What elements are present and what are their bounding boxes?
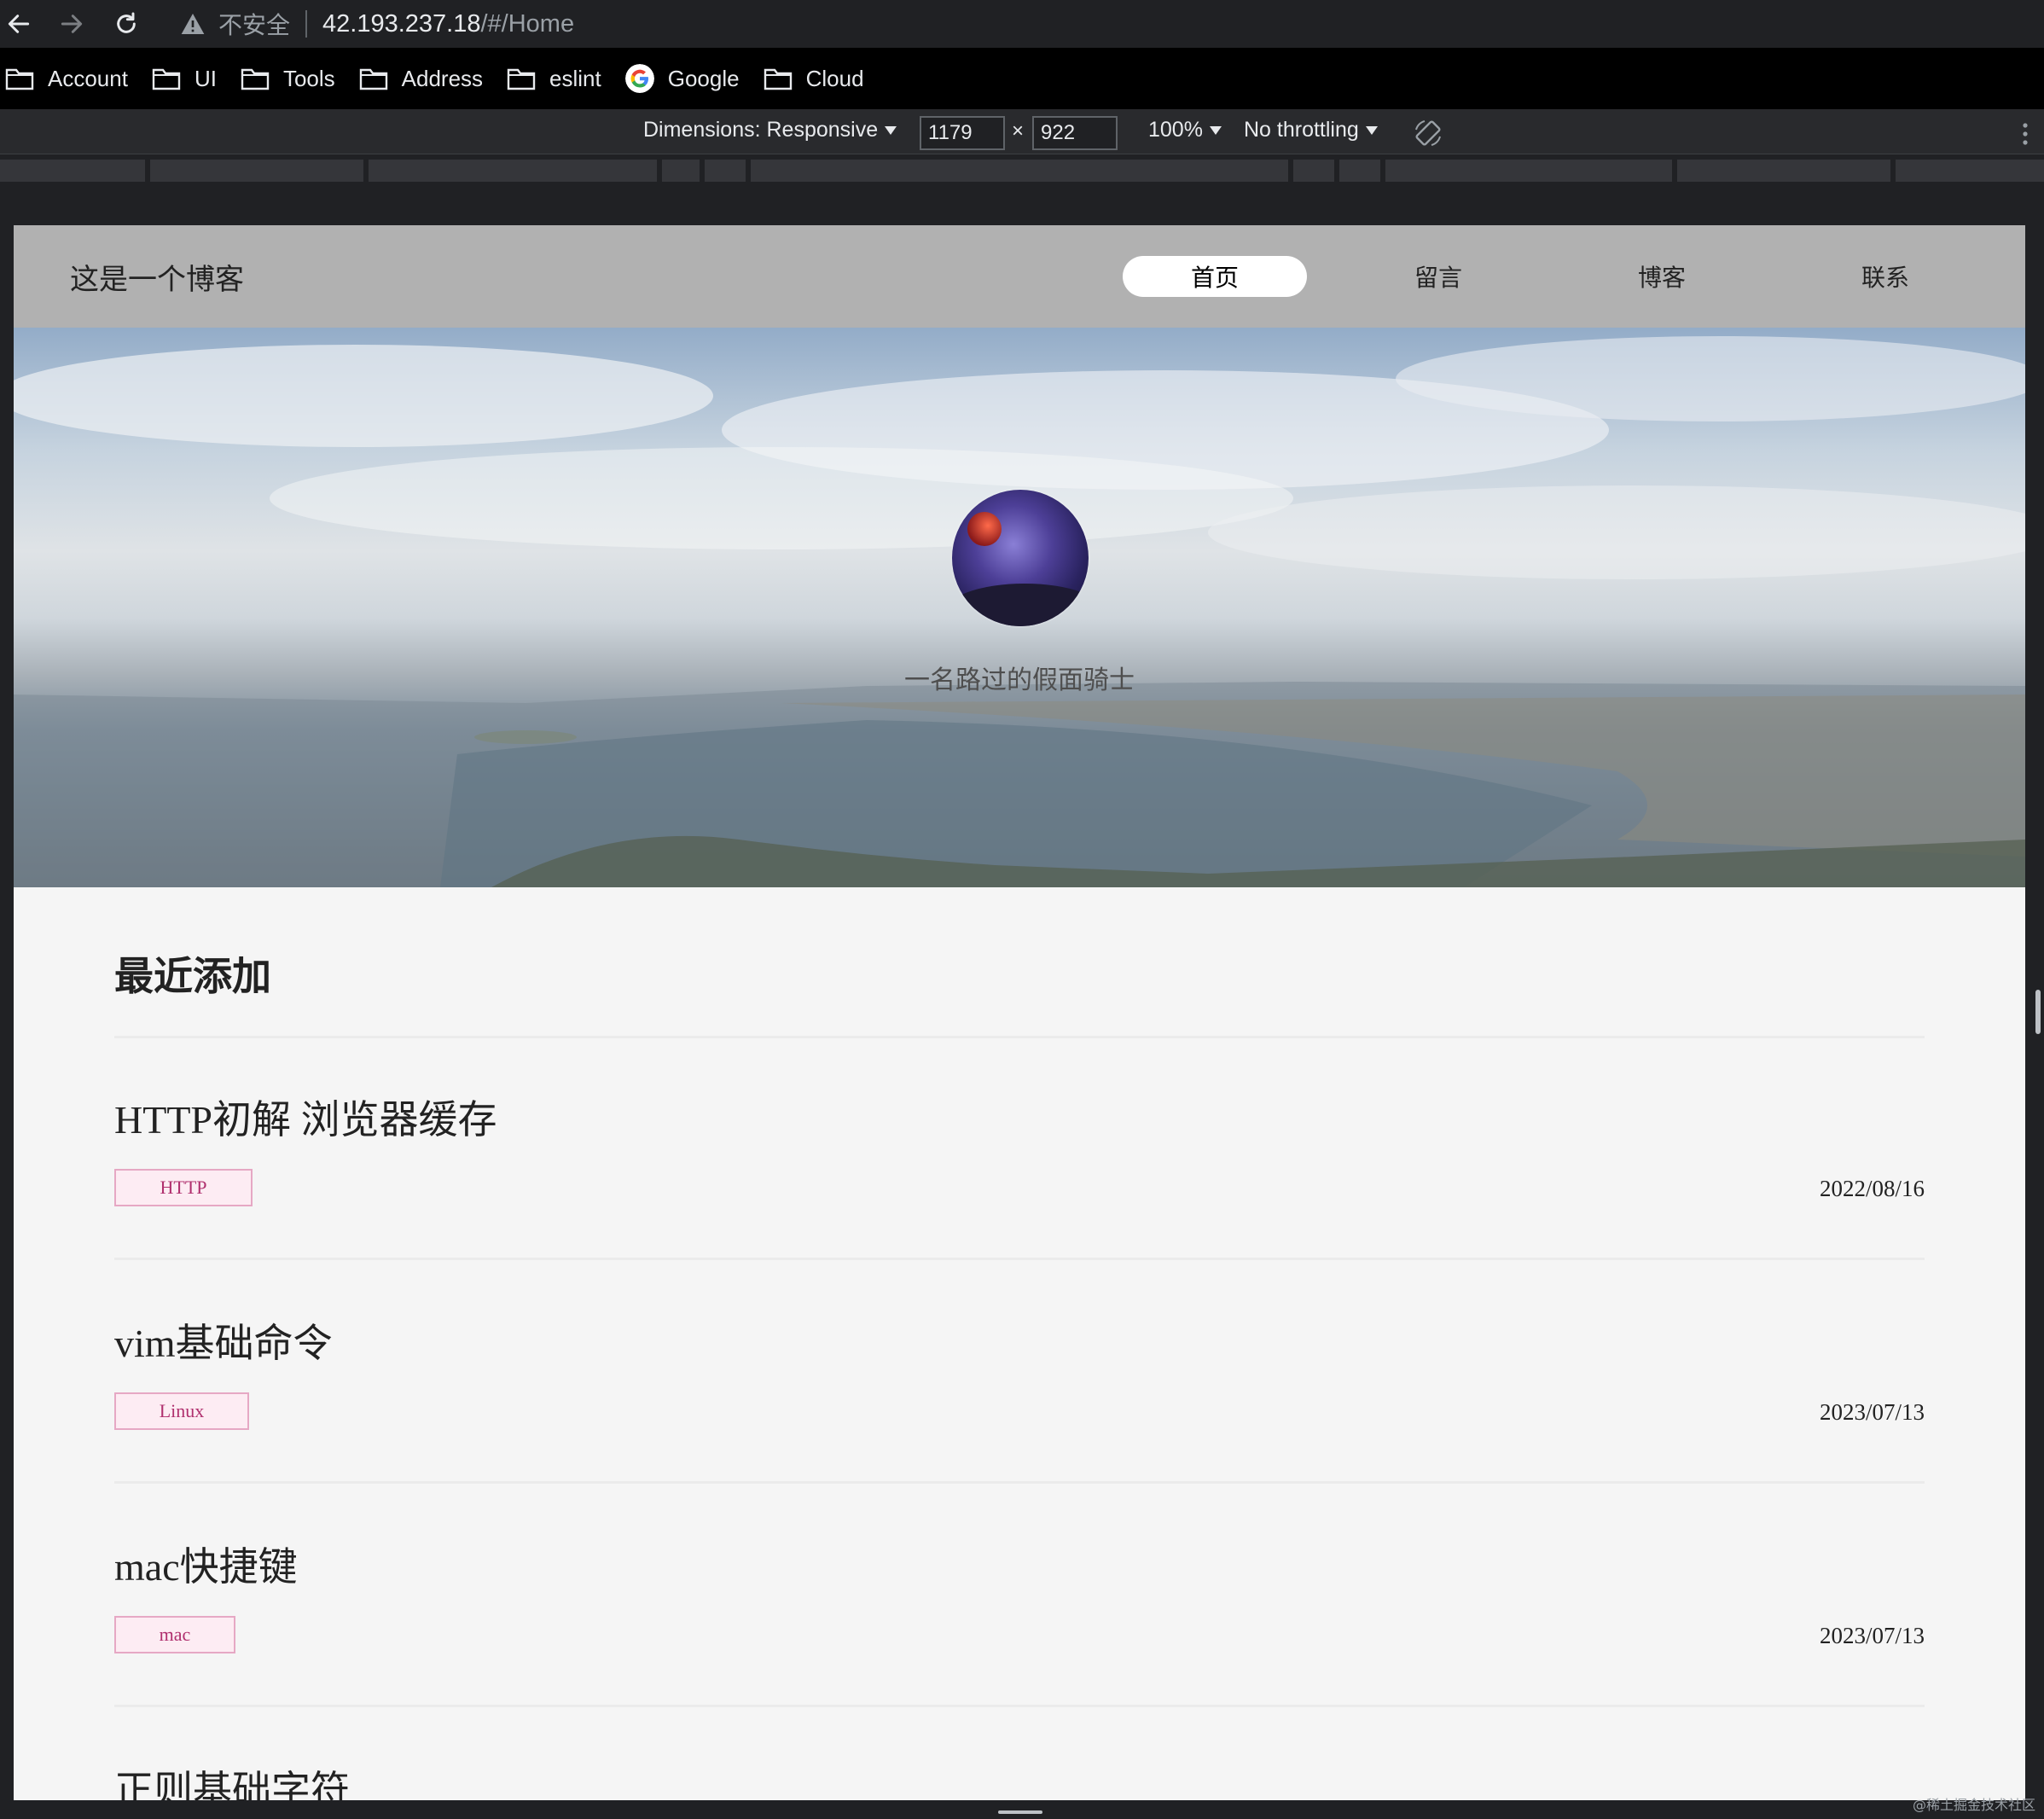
nav-blog[interactable]: 博客 xyxy=(1570,256,1754,297)
bookmark-label: Google xyxy=(667,65,740,91)
throttling-dropdown[interactable]: No throttling xyxy=(1244,118,1378,142)
bookmark-label: eslint xyxy=(549,65,601,91)
divider xyxy=(114,1036,1925,1038)
resize-handle[interactable] xyxy=(998,1810,1042,1814)
post-title[interactable]: HTTP初解 浏览器缓存 xyxy=(114,1089,497,1145)
chevron-down-icon xyxy=(1209,125,1222,135)
back-button[interactable] xyxy=(0,5,38,43)
reload-button[interactable] xyxy=(107,5,145,43)
post-date: 2023/07/13 xyxy=(1819,1623,1925,1648)
folder-icon xyxy=(359,68,387,90)
bookmark-label: Account xyxy=(48,65,128,91)
bookmark-account[interactable]: Account xyxy=(5,55,128,102)
device-toolbar: Dimensions: Responsive × 100% No throttl… xyxy=(0,109,2044,154)
folder-icon xyxy=(5,68,34,90)
bookmark-tools[interactable]: Tools xyxy=(241,55,335,102)
more-options-icon[interactable] xyxy=(2022,121,2029,147)
post-title[interactable]: 正则基础字符 xyxy=(114,1759,350,1800)
folder-icon xyxy=(152,68,181,90)
forward-arrow-icon xyxy=(61,15,83,33)
divider xyxy=(114,1258,1925,1260)
warning-icon[interactable] xyxy=(179,10,206,38)
divider xyxy=(114,1481,1925,1484)
post-date: 2023/07/13 xyxy=(1819,1399,1925,1425)
url-separator xyxy=(305,10,308,38)
post-date: 2022/08/16 xyxy=(1819,1176,1925,1201)
address-bar: 不安全 42.193.237.18 /#/Home xyxy=(0,0,2044,48)
url-path[interactable]: /#/Home xyxy=(480,10,574,38)
dimensions-dropdown[interactable]: Dimensions: Responsive xyxy=(643,118,897,142)
section-title: 最近添加 xyxy=(114,953,271,999)
folder-icon xyxy=(764,68,792,90)
security-label[interactable]: 不安全 xyxy=(218,7,290,41)
times-sign: × xyxy=(1012,119,1025,142)
reload-icon xyxy=(117,12,136,33)
back-arrow-icon xyxy=(8,15,30,33)
omnibox[interactable]: 不安全 42.193.237.18 /#/Home xyxy=(167,2,2044,46)
scrollbar-thumb[interactable] xyxy=(2035,990,2041,1034)
chevron-down-icon xyxy=(885,125,897,135)
height-input[interactable] xyxy=(1032,116,1118,150)
throttling-label: No throttling xyxy=(1244,118,1359,142)
tag-badge[interactable]: HTTP xyxy=(114,1169,253,1206)
bookmark-label: Tools xyxy=(282,65,335,91)
zoom-dropdown[interactable]: 100% xyxy=(1148,118,1222,142)
motto-text: 一名路过的假面骑士 xyxy=(904,665,1135,695)
folder-icon xyxy=(241,68,270,90)
dimensions-label: Dimensions: Responsive xyxy=(643,118,879,142)
bookmark-google[interactable]: Google xyxy=(624,55,740,102)
chevron-down-icon xyxy=(1365,125,1378,135)
bookmark-label: Address xyxy=(401,65,484,91)
page-viewport: 这是一个博客 首页 留言 博客 联系 一名路过的假面骑士 最近添加 HTTP初解… xyxy=(14,225,2025,1800)
bookmarks-bar: Account UI Tools Address eslint Google C… xyxy=(0,48,2044,109)
site-header: 这是一个博客 首页 留言 博客 联系 xyxy=(14,225,2025,328)
bookmark-address[interactable]: Address xyxy=(359,55,483,102)
bookmark-cloud[interactable]: Cloud xyxy=(764,55,864,102)
media-query-bar[interactable] xyxy=(0,154,2044,188)
nav-home[interactable]: 首页 xyxy=(1123,256,1307,297)
bookmark-label: UI xyxy=(194,65,217,91)
watermark: @稀土掘金技术社区 xyxy=(1912,1797,2035,1813)
width-input[interactable] xyxy=(920,116,1005,150)
divider xyxy=(114,1705,1925,1707)
google-icon xyxy=(624,64,654,93)
site-title[interactable]: 这是一个博客 xyxy=(70,256,244,298)
forward-button[interactable] xyxy=(53,5,90,43)
rotate-icon[interactable] xyxy=(1413,118,1443,148)
nav-messages[interactable]: 留言 xyxy=(1346,256,1530,297)
bookmark-eslint[interactable]: eslint xyxy=(507,55,601,102)
nav-contact[interactable]: 联系 xyxy=(1793,256,1977,297)
viewport-gutter xyxy=(0,188,2044,225)
avatar[interactable] xyxy=(952,490,1089,626)
url-host[interactable]: 42.193.237.18 xyxy=(322,10,480,38)
tag-badge[interactable]: mac xyxy=(114,1616,235,1653)
bookmark-ui[interactable]: UI xyxy=(152,55,217,102)
hero-banner: 一名路过的假面骑士 xyxy=(14,328,2025,887)
folder-icon xyxy=(507,68,536,90)
post-title[interactable]: mac快捷键 xyxy=(114,1536,298,1592)
post-title[interactable]: vim基础命令 xyxy=(114,1312,333,1369)
bookmark-label: Cloud xyxy=(805,65,864,91)
zoom-label: 100% xyxy=(1148,118,1203,142)
tag-badge[interactable]: Linux xyxy=(114,1392,249,1430)
